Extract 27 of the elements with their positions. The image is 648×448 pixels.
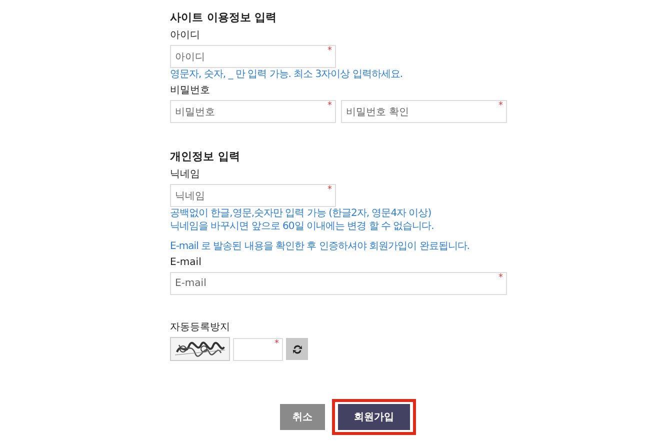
field-label: 자동등록방지: [170, 321, 231, 335]
signup-button[interactable]: 회원가입: [338, 404, 410, 430]
refresh-button[interactable]: [286, 338, 308, 360]
field-label: E-mail: [170, 256, 202, 270]
input-field[interactable]: *: [233, 338, 283, 360]
cancel-button[interactable]: 취소: [280, 404, 325, 430]
section-heading: 사이트 이용정보 입력: [170, 10, 278, 26]
input-field[interactable]: 비밀번호 확인 *: [341, 100, 507, 123]
required-mark: *: [498, 273, 503, 283]
required-mark: *: [274, 338, 279, 348]
refresh-icon: [292, 344, 302, 354]
field-label: 닉네임: [170, 168, 201, 182]
required-mark: *: [498, 101, 503, 111]
hint-text: 닉네임을 바꾸시면 앞으로 60일 이내에는 변경 할 수 없습니다.: [170, 221, 435, 233]
required-mark: *: [328, 101, 332, 111]
hint-text: 영문자, 숫자, _ 만 입력 가능. 최소 3자이상 입력하세요.: [170, 69, 404, 81]
notice-text: E-mail 로 발송된 내용을 확인한 후 인증하셔야 회원가입이 완료됩니다.: [170, 241, 470, 253]
input-field[interactable]: 비밀번호 *: [170, 100, 336, 123]
input-field[interactable]: E-mail *: [170, 272, 507, 295]
required-mark: *: [328, 46, 332, 56]
input-field[interactable]: 아이디 *: [170, 45, 336, 68]
field-label: 아이디: [170, 29, 201, 43]
required-mark: *: [328, 185, 332, 195]
input-field[interactable]: 닉네임 *: [170, 184, 336, 207]
field-label: 비밀번호: [170, 84, 211, 98]
section-heading: 개인정보 입력: [170, 149, 241, 165]
hint-text: 공백없이 한글,영문,숫자만 입력 가능 (한글2자, 영문4자 이상): [170, 208, 432, 220]
